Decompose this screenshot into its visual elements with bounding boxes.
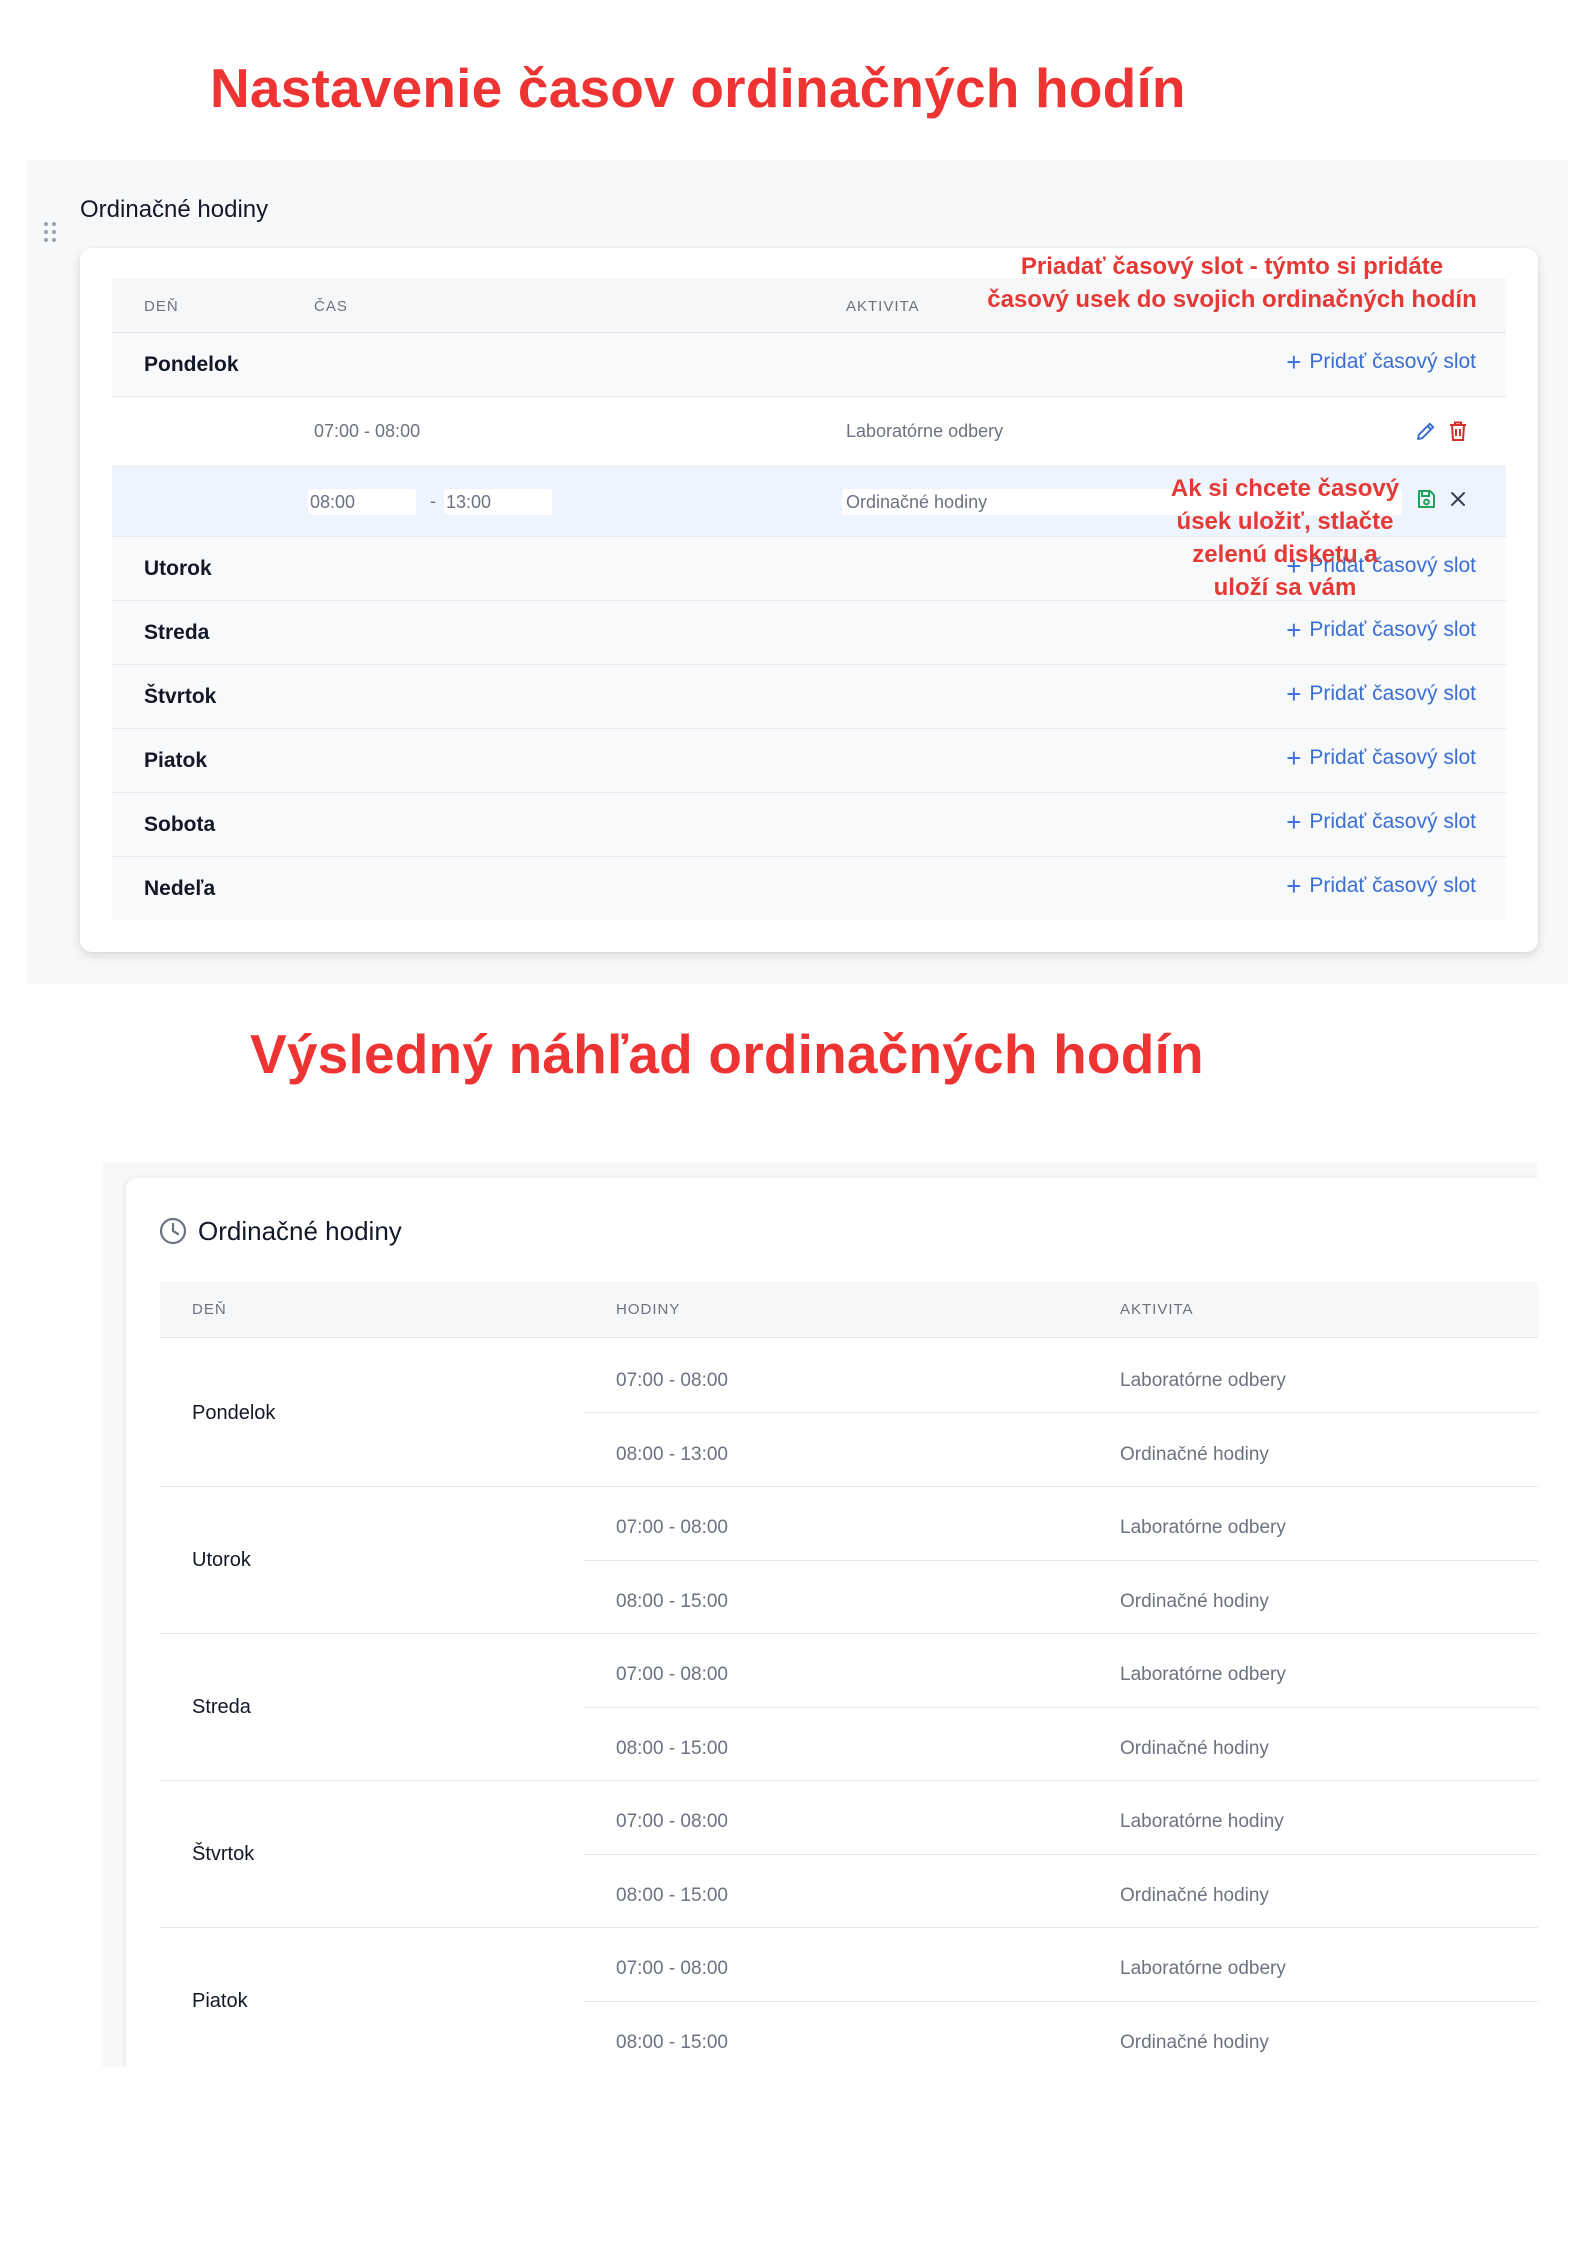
- preview-day-name: Utorok: [192, 1549, 251, 1571]
- day-name: Utorok: [144, 557, 212, 580]
- day-row-piatok: Piatok + Pridať časový slot: [112, 729, 1506, 793]
- preview-slot-activity: Laboratórne odbery: [1120, 1664, 1286, 1685]
- clock-icon: [159, 1217, 187, 1245]
- column-header-day: DEŇ: [192, 1301, 227, 1318]
- day-name: Streda: [144, 621, 210, 644]
- annotation-line: časový usek do svojich ordinačných hodín: [987, 286, 1477, 313]
- annotation-line: uloží sa vám: [1213, 574, 1357, 601]
- preview-day-name: Štvrtok: [192, 1843, 255, 1865]
- preview-slot-activity: Ordinačné hodiny: [1120, 2032, 1269, 2053]
- day-name: Pondelok: [144, 353, 239, 376]
- activity-value: Ordinačné hodiny: [846, 492, 988, 512]
- row-divider: [160, 1780, 1538, 1781]
- plus-icon: +: [1286, 679, 1302, 709]
- row-divider: [584, 2001, 1538, 2002]
- preview-slot-activity: Ordinačné hodiny: [1120, 1591, 1269, 1612]
- add-slot-button[interactable]: + Pridať časový slot: [1286, 349, 1476, 375]
- preview-day-name: Pondelok: [192, 1402, 276, 1424]
- column-header-day: DEŇ: [144, 298, 179, 315]
- annotation-line: úsek uložiť, stlačte: [1176, 508, 1394, 535]
- trash-icon[interactable]: [1446, 419, 1470, 443]
- row-divider: [584, 1707, 1538, 1708]
- day-row-sobota: Sobota + Pridať časový slot: [112, 793, 1506, 857]
- preview-slot-time: 08:00 - 13:00: [616, 1444, 728, 1465]
- day-row-nedela: Nedeľa + Pridať časový slot: [112, 857, 1506, 920]
- save-slot-annotation: Ak si chcete časový úsek uložiť, stlačte…: [1140, 472, 1430, 604]
- slot-row: 07:00 - 08:00 Laboratórne odbery: [112, 397, 1506, 467]
- column-header-activity: AKTIVITA: [1120, 1301, 1194, 1318]
- day-name: Štvrtok: [144, 685, 217, 708]
- row-divider: [160, 1633, 1538, 1634]
- time-from-input[interactable]: [308, 489, 416, 515]
- pencil-icon[interactable]: [1414, 419, 1438, 443]
- edit-section-title: Ordinačné hodiny: [80, 196, 269, 223]
- preview-slot-activity: Laboratórne odbery: [1120, 1517, 1286, 1538]
- preview-slot-time: 08:00 - 15:00: [616, 1738, 728, 1759]
- row-divider: [160, 1927, 1538, 1928]
- preview-slot-time: 08:00 - 15:00: [616, 1885, 728, 1906]
- preview-slot-time: 07:00 - 08:00: [616, 1811, 728, 1832]
- plus-icon: +: [1286, 871, 1302, 901]
- preview-slot-activity: Ordinačné hodiny: [1120, 1444, 1269, 1465]
- preview-slot-activity: Ordinačné hodiny: [1120, 1738, 1269, 1759]
- day-row-pondelok: Pondelok + Pridať časový slot: [112, 333, 1506, 397]
- preview-slot-time: 07:00 - 08:00: [616, 1664, 728, 1685]
- close-icon[interactable]: [1446, 487, 1470, 511]
- column-header-time: ČAS: [314, 298, 348, 315]
- column-header-activity: AKTIVITA: [846, 298, 920, 315]
- annotation-line: Ak si chcete časový: [1170, 475, 1400, 502]
- plus-icon: +: [1286, 807, 1302, 837]
- plus-icon: +: [1286, 347, 1302, 377]
- slot-time: 07:00 - 08:00: [314, 421, 421, 441]
- row-divider: [584, 1854, 1538, 1855]
- add-slot-button[interactable]: + Pridať časový slot: [1286, 617, 1476, 643]
- add-slot-button[interactable]: + Pridať časový slot: [1286, 873, 1476, 899]
- row-divider: [584, 1412, 1538, 1413]
- preview-slot-activity: Laboratórne hodiny: [1120, 1811, 1284, 1832]
- preview-day-name: Piatok: [192, 1990, 248, 2012]
- preview-slot-activity: Ordinačné hodiny: [1120, 1885, 1269, 1906]
- setup-heading: Nastavenie časov ordinačných hodín: [210, 57, 1186, 119]
- preview-day-name: Streda: [192, 1696, 251, 1718]
- day-row-stvrtok: Štvrtok + Pridať časový slot: [112, 665, 1506, 729]
- annotation-line: zelenú disketu a: [1192, 541, 1378, 568]
- day-name: Sobota: [144, 813, 216, 836]
- day-name: Nedeľa: [144, 877, 216, 900]
- preview-slot-time: 08:00 - 15:00: [616, 1591, 728, 1612]
- preview-slot-activity: Laboratórne odbery: [1120, 1958, 1286, 1979]
- row-divider: [584, 1560, 1538, 1561]
- day-name: Piatok: [144, 749, 208, 772]
- add-slot-button[interactable]: + Pridať časový slot: [1286, 681, 1476, 707]
- time-to-input[interactable]: [444, 489, 552, 515]
- day-row-streda: Streda + Pridať časový slot: [112, 601, 1506, 665]
- time-separator: -: [430, 491, 436, 511]
- plus-icon: +: [1286, 743, 1302, 773]
- preview-slot-time: 08:00 - 15:00: [616, 2032, 728, 2053]
- plus-icon: +: [1286, 615, 1302, 645]
- preview-slot-time: 07:00 - 08:00: [616, 1958, 728, 1979]
- slot-activity: Laboratórne odbery: [846, 421, 1004, 441]
- preview-section-title: Ordinačné hodiny: [198, 1216, 402, 1246]
- annotation-line: Priadať časový slot - týmto si pridáte: [1020, 253, 1444, 280]
- add-slot-button[interactable]: + Pridať časový slot: [1286, 809, 1476, 835]
- row-divider: [160, 1486, 1538, 1487]
- drag-handle-icon[interactable]: [44, 222, 58, 246]
- preview-slot-time: 07:00 - 08:00: [616, 1370, 728, 1391]
- add-slot-button[interactable]: + Pridať časový slot: [1286, 745, 1476, 771]
- preview-slot-activity: Laboratórne odbery: [1120, 1370, 1286, 1391]
- preview-heading: Výsledný náhľad ordinačných hodín: [250, 1023, 1204, 1085]
- column-header-hours: HODINY: [616, 1301, 681, 1318]
- preview-slot-time: 07:00 - 08:00: [616, 1517, 728, 1538]
- preview-table-header: [160, 1282, 1538, 1338]
- add-slot-annotation: Priadať časový slot - týmto si pridáte č…: [982, 250, 1482, 316]
